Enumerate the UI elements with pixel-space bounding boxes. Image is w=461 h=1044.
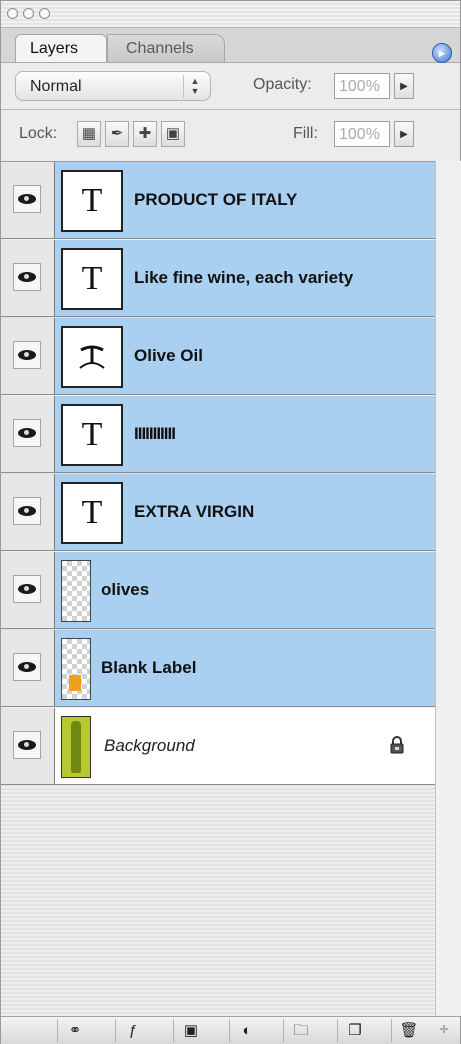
eye-icon[interactable] [13, 653, 41, 681]
lock-transparency-icon[interactable]: ▦ [77, 121, 101, 147]
olives-layer-thumbnail [61, 560, 91, 622]
eye-icon[interactable] [13, 419, 41, 447]
opacity-label: Opacity: [253, 76, 312, 93]
label-swatch [69, 675, 81, 691]
close-icon[interactable] [7, 8, 18, 19]
eye-icon[interactable] [13, 575, 41, 603]
lock-all-icon[interactable]: ▣ [161, 121, 185, 147]
tab-layers-label: Layers [30, 40, 79, 57]
lock-label: Lock: [19, 125, 58, 142]
background-layer-thumbnail [61, 716, 91, 778]
palette-footer: ⚭ ƒ ▣ ◐ 🗀 ❐ 🗑 ✛ [1, 1016, 460, 1044]
visibility-cell[interactable] [1, 474, 55, 550]
visibility-cell[interactable] [1, 630, 55, 706]
layer-row[interactable]: Background [1, 708, 435, 785]
trash-icon[interactable]: 🗑 [391, 1019, 426, 1042]
layer-row[interactable]: T IIIIIIIIIII [1, 396, 435, 473]
minimize-icon[interactable] [23, 8, 34, 19]
resize-grip-icon[interactable]: ✛ [429, 1019, 459, 1042]
layers-palette: Channels Layers ► Normal ▲ ▼ Opacity: 100… [0, 0, 461, 1044]
warped-text-layer-thumbnail [61, 326, 123, 388]
palette-menu-button[interactable]: ► [432, 43, 452, 63]
visibility-cell[interactable] [1, 552, 55, 628]
eye-icon[interactable] [13, 497, 41, 525]
tab-channels[interactable]: Channels [107, 34, 225, 62]
zoom-icon[interactable] [39, 8, 50, 19]
blend-mode-value: Normal [30, 78, 82, 95]
eye-icon[interactable] [13, 341, 41, 369]
lock-icon [390, 736, 404, 754]
layer-name[interactable]: Blank Label [101, 630, 196, 706]
text-layer-thumbnail: T [61, 404, 123, 466]
visibility-cell[interactable] [1, 318, 55, 394]
eye-icon[interactable] [13, 731, 41, 759]
layer-name[interactable]: IIIIIIIIIII [134, 396, 176, 472]
mask-icon[interactable]: ▣ [173, 1019, 208, 1042]
folder-icon[interactable]: 🗀 [283, 1019, 318, 1042]
eye-icon[interactable] [13, 185, 41, 213]
title-bar [1, 1, 460, 28]
lock-image-icon[interactable]: ✒ [105, 121, 129, 147]
layer-style-icon[interactable]: ƒ [115, 1019, 150, 1042]
text-layer-thumbnail: T [61, 170, 123, 232]
adjustment-icon[interactable]: ◐ [229, 1019, 264, 1042]
tab-layers[interactable]: Layers [15, 34, 107, 62]
visibility-cell[interactable] [1, 162, 55, 238]
text-layer-thumbnail: T [61, 248, 123, 310]
layer-row[interactable]: T PRODUCT OF ITALY [1, 162, 435, 239]
layer-name[interactable]: EXTRA VIRGIN [134, 474, 254, 550]
tab-strip: Channels Layers [1, 28, 460, 63]
layer-name[interactable]: PRODUCT OF ITALY [134, 162, 297, 238]
warp-text-icon [79, 345, 105, 369]
text-layer-thumbnail: T [61, 482, 123, 544]
label-layer-thumbnail [61, 638, 91, 700]
link-icon[interactable]: ⚭ [57, 1019, 92, 1042]
visibility-cell[interactable] [1, 708, 55, 784]
opacity-slider-button[interactable]: ▶ [394, 73, 414, 99]
layer-name[interactable]: Background [104, 708, 195, 784]
layer-row[interactable]: Blank Label [1, 630, 435, 707]
stepper-arrows-icon: ▲ ▼ [183, 75, 206, 98]
fill-slider-button[interactable]: ▶ [394, 121, 414, 147]
opacity-field[interactable]: 100% [334, 73, 390, 99]
layer-name[interactable]: Like fine wine, each variety [134, 240, 353, 316]
layer-list: T PRODUCT OF ITALY T Like fine wine, eac… [1, 161, 435, 1017]
blend-mode-select[interactable]: Normal ▲ ▼ [15, 71, 211, 101]
layer-name[interactable]: olives [101, 552, 149, 628]
fill-label: Fill: [293, 125, 318, 142]
layer-row[interactable]: T EXTRA VIRGIN [1, 474, 435, 551]
layer-row[interactable]: olives [1, 552, 435, 629]
layer-row[interactable]: T Like fine wine, each variety [1, 240, 435, 317]
layer-row[interactable]: Olive Oil [1, 318, 435, 395]
divider [1, 109, 460, 110]
scrollbar[interactable] [435, 161, 461, 1016]
new-layer-icon[interactable]: ❐ [337, 1019, 372, 1042]
visibility-cell[interactable] [1, 240, 55, 316]
tab-channels-label: Channels [126, 40, 194, 57]
lock-position-icon[interactable]: ✚ [133, 121, 157, 147]
fill-field[interactable]: 100% [334, 121, 390, 147]
visibility-cell[interactable] [1, 396, 55, 472]
layer-name[interactable]: Olive Oil [134, 318, 203, 394]
bottle-image [71, 721, 81, 773]
eye-icon[interactable] [13, 263, 41, 291]
